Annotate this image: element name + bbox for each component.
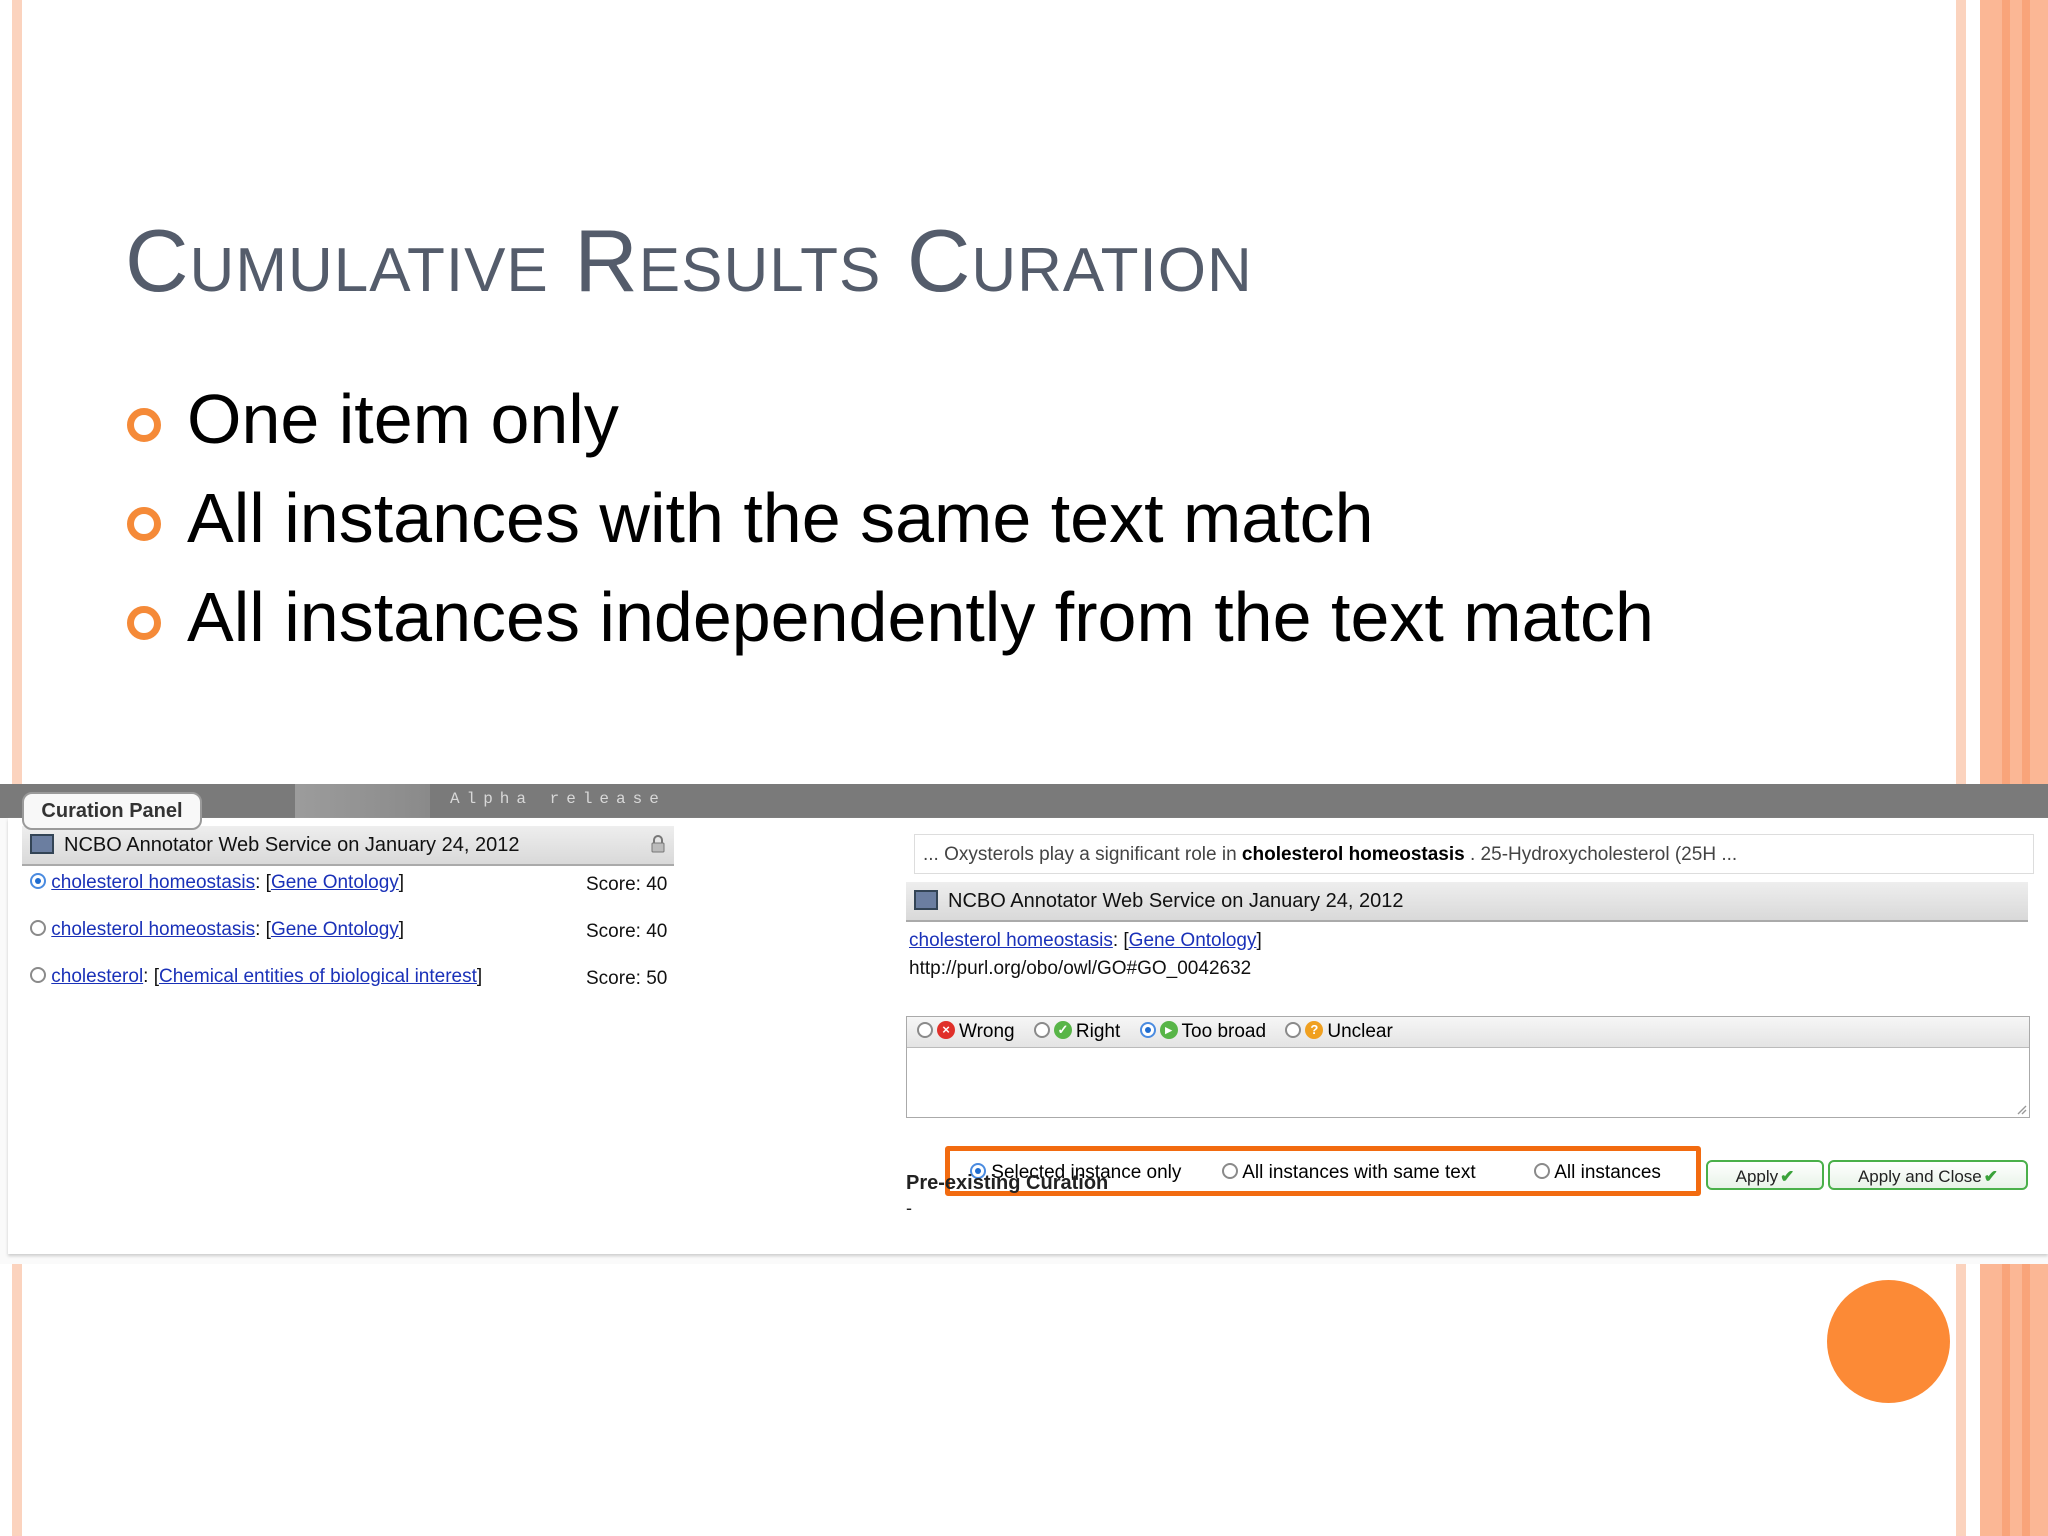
right-annotation-header: NCBO Annotator Web Service on January 24… (906, 882, 2028, 922)
bullet-item: All instances independently from the tex… (125, 568, 1654, 667)
term-link[interactable]: cholesterol (51, 966, 143, 987)
result-row[interactable]: cholesterol homeostasis: [Gene Ontology] (30, 919, 404, 941)
curation-box: × Wrong ✓ Right ▸ Too broad ? Unclear (906, 1016, 2030, 1118)
checkmark-icon: ✔ (1983, 1167, 1999, 1186)
ontology-link[interactable]: Gene Ontology (1129, 930, 1257, 951)
too-broad-icon: ▸ (1159, 1020, 1178, 1039)
wrong-icon: × (937, 1020, 955, 1039)
annotation-term[interactable]: cholesterol homeostasis: [Gene Ontology] (909, 930, 1262, 952)
ring-bullet-icon (127, 606, 161, 640)
term-uri: http://purl.org/obo/owl/GO#GO_0042632 (909, 958, 1252, 979)
left-results-header: NCBO Annotator Web Service on January 24… (22, 826, 674, 866)
left-border-decoration (0, 0, 26, 1536)
molecule-logo-icon (295, 784, 430, 818)
result-score: Score: 40 (586, 921, 668, 942)
ring-bullet-icon (127, 507, 161, 541)
result-radio[interactable] (30, 919, 46, 936)
preexisting-curation-label: Pre-existing Curation (906, 1172, 1109, 1194)
result-score: Score: 40 (586, 874, 668, 895)
preexisting-curation-value: - (906, 1198, 912, 1218)
curation-options-bar: × Wrong ✓ Right ▸ Too broad ? Unclear (907, 1017, 2029, 1048)
curation-panel-tab[interactable]: Curation Panel (22, 792, 202, 830)
ontology-link[interactable]: Chemical entities of biological interest (159, 966, 477, 987)
ontology-link[interactable]: Gene Ontology (271, 872, 399, 893)
bullet-list: One item only All instances with the sam… (125, 370, 1654, 667)
scope-option-all[interactable]: All instances (1534, 1162, 1661, 1184)
wrong-radio[interactable] (917, 1021, 933, 1038)
right-icon: ✓ (1053, 1020, 1072, 1039)
curation-panel: NCBO Annotator Web Service on January 24… (8, 818, 2048, 1254)
result-row[interactable]: cholesterol homeostasis: [Gene Ontology] (30, 872, 404, 894)
too-broad-radio[interactable] (1139, 1021, 1156, 1038)
scope-option-same-text[interactable]: All instances with same text (1222, 1162, 1476, 1184)
unclear-radio[interactable] (1285, 1021, 1302, 1038)
result-row[interactable]: cholesterol: [Chemical entities of biolo… (30, 966, 482, 988)
lock-icon[interactable] (650, 835, 666, 853)
term-link[interactable]: cholesterol homeostasis (51, 919, 255, 940)
orange-circle-decoration (1827, 1280, 1950, 1403)
apply-and-close-button[interactable]: Apply and Close ✔ (1828, 1160, 2028, 1190)
ring-bullet-icon (127, 408, 161, 442)
app-top-bar: Alpha release (0, 784, 2048, 818)
right-radio[interactable] (1033, 1021, 1050, 1038)
bullet-item: One item only (125, 370, 1654, 469)
scope-radio[interactable] (1534, 1162, 1550, 1179)
checkmark-icon: ✔ (1780, 1167, 1795, 1186)
term-link[interactable]: cholesterol homeostasis (51, 872, 255, 893)
result-radio[interactable] (30, 966, 46, 983)
curation-app-screenshot: Alpha release NCBO Annotator Web Service… (0, 784, 2048, 1264)
slide-title: Cumulative Results Curation (125, 211, 1253, 310)
scope-radio[interactable] (1222, 1162, 1238, 1179)
release-label: Alpha release (450, 790, 666, 808)
ontology-link[interactable]: Gene Ontology (271, 919, 399, 940)
result-score: Score: 50 (586, 968, 668, 989)
resize-handle-icon[interactable] (2015, 1103, 2027, 1115)
context-snippet: ... Oxysterols play a significant role i… (914, 834, 2034, 874)
result-radio[interactable] (30, 872, 46, 889)
monitor-icon (30, 833, 54, 854)
apply-button[interactable]: Apply ✔ (1706, 1160, 1824, 1190)
right-border-decoration (1956, 0, 2048, 1536)
term-link[interactable]: cholesterol homeostasis (909, 930, 1113, 951)
bullet-item: All instances with the same text match (125, 469, 1654, 568)
comment-textarea[interactable] (907, 1048, 2029, 1117)
monitor-icon (914, 889, 938, 910)
unclear-icon: ? (1305, 1020, 1324, 1039)
